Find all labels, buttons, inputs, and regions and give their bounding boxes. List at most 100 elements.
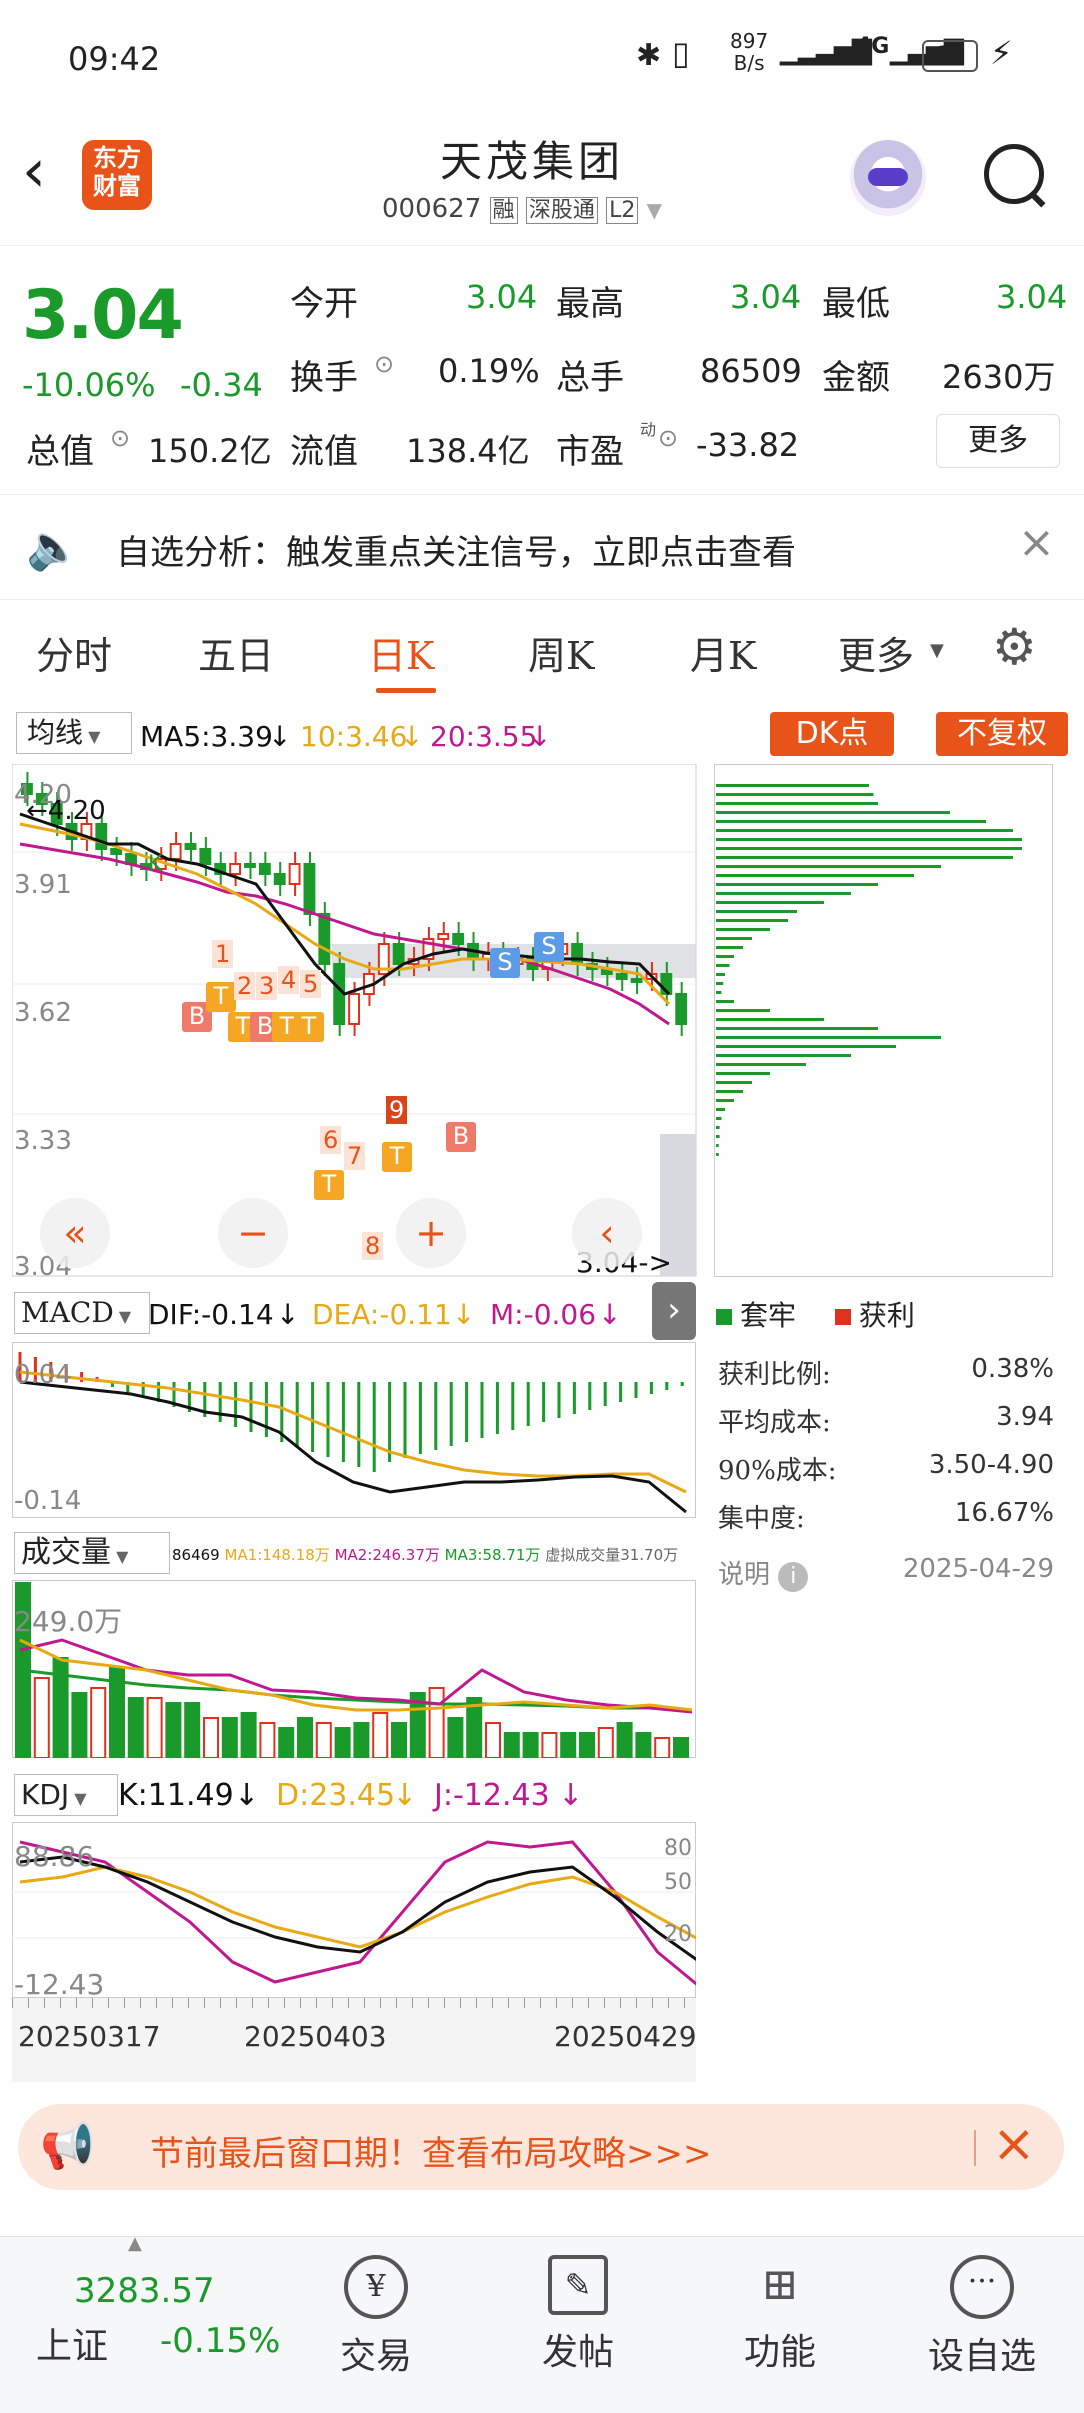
pe-sup: 动 bbox=[640, 420, 657, 439]
nav-add-watchlist[interactable]: ··· 设自选 bbox=[912, 2255, 1052, 2379]
expand-panel-button[interactable]: › bbox=[652, 1282, 696, 1340]
last-price: 3.04 bbox=[22, 276, 184, 355]
info-icon[interactable]: ⊙ bbox=[658, 424, 678, 452]
nav-function[interactable]: ⊞ 功能 bbox=[710, 2255, 850, 2375]
scroll-left-fast-button[interactable]: « bbox=[40, 1198, 110, 1268]
ma-select[interactable]: 均线 ▼ bbox=[16, 712, 132, 754]
zoom-in-button[interactable]: + bbox=[396, 1198, 466, 1268]
chip-bar bbox=[716, 1045, 896, 1048]
signal-t-marker[interactable]: T bbox=[382, 1142, 412, 1172]
info-icon[interactable]: ⊙ bbox=[110, 424, 130, 452]
signal-t-marker[interactable]: T bbox=[294, 1012, 324, 1042]
kdj-level-50: 50 bbox=[664, 1870, 692, 1895]
candle-body bbox=[258, 863, 271, 875]
dropdown-icon: ▼ bbox=[930, 640, 944, 661]
chip-distribution-chart[interactable] bbox=[714, 764, 1054, 1280]
kdj-j: J:-12.43 bbox=[434, 1778, 550, 1813]
explain-row[interactable]: 说明 i 2025-04-29 bbox=[718, 1554, 1054, 1592]
bluetooth-icon: ✱ bbox=[636, 38, 662, 73]
chip-legend: 套牢 获利 bbox=[716, 1294, 915, 1334]
volume-bar bbox=[259, 1722, 276, 1758]
float-value: 138.4亿 bbox=[406, 432, 530, 470]
concentration-row: 集中度: 16.67% bbox=[718, 1498, 1054, 1534]
signal-t-marker[interactable]: T bbox=[314, 1170, 344, 1200]
notice-text: 自选分析：触发重点关注信号，立即点击查看 bbox=[116, 533, 796, 573]
close-icon[interactable]: × bbox=[1018, 517, 1055, 568]
tab-more[interactable]: 更多 bbox=[838, 625, 914, 680]
promo-banner[interactable]: 📢 节前最后窗口期！查看布局攻略>>> × bbox=[18, 2104, 1064, 2190]
change-abs: -0.34 bbox=[180, 366, 263, 404]
info-icon[interactable]: ⊙ bbox=[374, 350, 394, 378]
chip-bar bbox=[716, 1135, 720, 1138]
volume-bar bbox=[597, 1727, 614, 1758]
nav-post[interactable]: ✎ 发帖 bbox=[508, 2255, 648, 2375]
turnover-label: 换手 bbox=[290, 358, 358, 398]
candle-body bbox=[630, 978, 643, 983]
chip-bar bbox=[716, 1117, 722, 1120]
signal-s-marker[interactable]: S bbox=[490, 948, 520, 978]
price-tick-4: 3.33 bbox=[14, 1126, 72, 1156]
volume-bar bbox=[278, 1727, 295, 1758]
signal-t-marker[interactable]: T bbox=[206, 982, 236, 1012]
volume-bar bbox=[654, 1737, 671, 1758]
speaker-icon: 🔈 bbox=[26, 522, 81, 573]
kdj-select[interactable]: KDJ ▼ bbox=[14, 1774, 118, 1816]
close-icon[interactable]: × bbox=[992, 2114, 1036, 2174]
candle-body bbox=[318, 913, 331, 965]
chip-bar bbox=[716, 928, 770, 931]
settings-gear-icon[interactable]: ⚙ bbox=[992, 618, 1037, 676]
signal-s-marker[interactable]: S bbox=[534, 932, 564, 962]
macd-bottom-tick: -0.14 bbox=[14, 1486, 82, 1516]
more-button[interactable]: 更多 bbox=[936, 414, 1060, 468]
nav-trade[interactable]: ¥ 交易 bbox=[306, 2255, 446, 2379]
macd-chart[interactable] bbox=[12, 1342, 696, 1518]
signal-b-marker[interactable]: B bbox=[446, 1122, 476, 1152]
chip-bar bbox=[716, 847, 1022, 850]
tab-week-k[interactable]: 周K bbox=[528, 625, 594, 680]
volume-bar bbox=[522, 1732, 539, 1758]
tab-minute[interactable]: 分时 bbox=[36, 625, 112, 680]
high-label: 最高 bbox=[556, 284, 624, 324]
kdj-k-arrow: ↓ bbox=[234, 1778, 260, 1813]
scroll-left-button[interactable]: ‹ bbox=[572, 1198, 642, 1268]
chip-bar bbox=[716, 829, 1013, 832]
notice-bar[interactable]: 🔈 自选分析：触发重点关注信号，立即点击查看 × bbox=[0, 494, 1084, 600]
page-title: 天茂集团 bbox=[440, 137, 625, 186]
adjust-button[interactable]: 不复权 bbox=[936, 712, 1068, 756]
date-axis: 20250317 20250403 20250429 bbox=[12, 1998, 697, 2082]
chip-bar bbox=[716, 820, 986, 823]
macd-select[interactable]: MACD ▼ bbox=[14, 1292, 150, 1334]
tab-five-day[interactable]: 五日 bbox=[198, 625, 274, 680]
kdj-chart[interactable] bbox=[12, 1822, 696, 1998]
tab-day-k[interactable]: 日K bbox=[368, 625, 434, 680]
chip-bar bbox=[716, 1072, 770, 1075]
stock-code: 000627 bbox=[382, 194, 482, 224]
index-change[interactable]: -0.15% bbox=[160, 2321, 280, 2361]
volume-select[interactable]: 成交量 ▼ bbox=[14, 1532, 170, 1574]
chip-bar bbox=[716, 856, 1013, 859]
volume-bar bbox=[616, 1722, 633, 1758]
zoom-out-button[interactable]: − bbox=[218, 1198, 288, 1268]
seq-number-5: 5 bbox=[300, 970, 322, 998]
dropdown-icon[interactable]: ▼ bbox=[647, 198, 662, 222]
seq-number-9: 9 bbox=[386, 1096, 408, 1124]
volume-bar bbox=[428, 1687, 445, 1758]
robot-avatar[interactable] bbox=[850, 140, 926, 216]
index-value[interactable]: 3283.57 bbox=[74, 2271, 215, 2311]
chip-bar bbox=[716, 964, 730, 967]
ma20-value: 20:3.55 bbox=[430, 720, 538, 753]
chip-bar bbox=[716, 919, 788, 922]
app-logo[interactable]: 东方 财富 bbox=[82, 140, 152, 210]
tab-month-k[interactable]: 月K bbox=[690, 625, 756, 680]
chip-bar bbox=[716, 991, 722, 994]
volume-bar bbox=[447, 1717, 464, 1758]
chip-bar bbox=[716, 1153, 719, 1156]
date-label-end: 20250429 bbox=[554, 2020, 697, 2053]
status-time: 09:42 bbox=[68, 40, 161, 78]
index-name[interactable]: 上证 bbox=[36, 2317, 108, 2369]
header: ‹ 东方 财富 天茂集团 000627 融 深股通 L2 ▼ bbox=[0, 110, 1084, 246]
volume-bar bbox=[560, 1732, 577, 1758]
dk-point-button[interactable]: DK点 bbox=[770, 712, 894, 756]
back-icon[interactable]: ‹ bbox=[22, 136, 46, 206]
candle-body bbox=[392, 943, 405, 965]
